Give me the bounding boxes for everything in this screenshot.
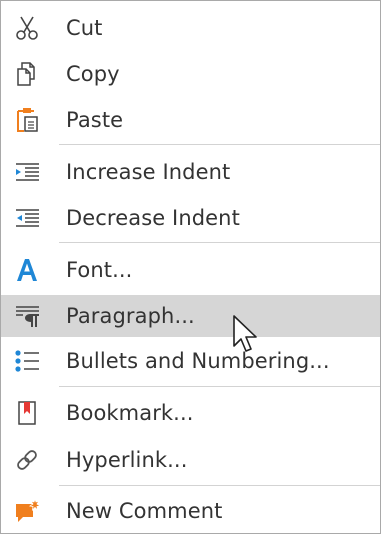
menu-item-label: Paragraph... bbox=[66, 304, 195, 328]
copy-icon bbox=[11, 58, 43, 90]
menu-item-paste[interactable]: Paste bbox=[1, 99, 380, 141]
paste-icon bbox=[11, 104, 43, 136]
menu-item-label: Bullets and Numbering... bbox=[66, 349, 330, 373]
menu-item-label: Increase Indent bbox=[66, 160, 231, 184]
menu-separator bbox=[59, 386, 380, 387]
menu-item-font[interactable]: Font... bbox=[1, 249, 380, 291]
menu-item-bookmark[interactable]: Bookmark... bbox=[1, 392, 380, 434]
menu-item-label: Hyperlink... bbox=[66, 448, 188, 472]
menu-item-label: New Comment bbox=[66, 499, 223, 523]
menu-item-copy[interactable]: Copy bbox=[1, 53, 380, 95]
menu-item-label: Copy bbox=[66, 62, 120, 86]
menu-item-label: Cut bbox=[66, 16, 103, 40]
menu-item-label: Paste bbox=[66, 108, 124, 132]
bookmark-icon bbox=[11, 397, 43, 429]
scissors-icon bbox=[11, 12, 43, 44]
menu-item-paragraph[interactable]: Paragraph... bbox=[1, 295, 380, 337]
menu-item-label: Bookmark... bbox=[66, 401, 194, 425]
new-comment-icon bbox=[11, 495, 43, 527]
menu-item-label: Decrease Indent bbox=[66, 206, 240, 230]
menu-separator bbox=[59, 242, 380, 243]
increase-indent-icon bbox=[11, 156, 43, 188]
menu-item-decrease-indent[interactable]: Decrease Indent bbox=[1, 197, 380, 239]
hyperlink-icon bbox=[11, 444, 43, 476]
context-menu: Cut Copy Paste Increase Indent Decrease … bbox=[0, 0, 381, 534]
menu-item-hyperlink[interactable]: Hyperlink... bbox=[1, 439, 380, 481]
paragraph-icon bbox=[11, 300, 43, 332]
font-icon bbox=[11, 254, 43, 286]
menu-item-bullets-numbering[interactable]: Bullets and Numbering... bbox=[1, 340, 380, 382]
bullets-icon bbox=[11, 345, 43, 377]
decrease-indent-icon bbox=[11, 202, 43, 234]
menu-item-increase-indent[interactable]: Increase Indent bbox=[1, 151, 380, 193]
menu-item-label: Font... bbox=[66, 258, 133, 282]
menu-item-cut[interactable]: Cut bbox=[1, 7, 380, 49]
menu-separator bbox=[59, 144, 380, 145]
menu-separator bbox=[59, 485, 380, 486]
menu-item-new-comment[interactable]: New Comment bbox=[1, 490, 380, 532]
